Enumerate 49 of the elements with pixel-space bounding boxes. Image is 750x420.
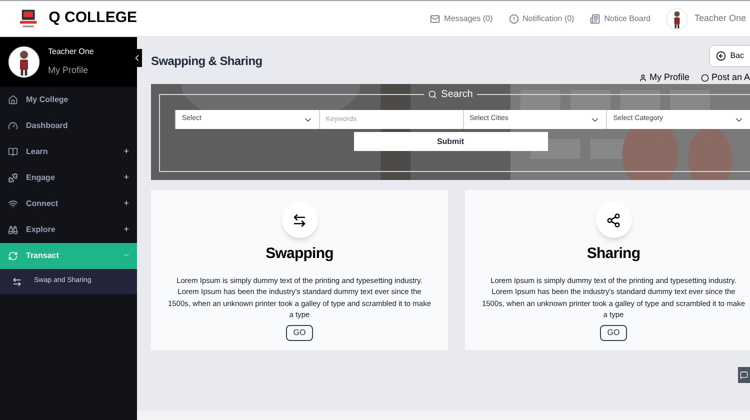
menu-item[interactable]: Explore + bbox=[0, 217, 137, 243]
mail-icon bbox=[430, 14, 440, 24]
user-icon bbox=[639, 74, 648, 82]
swap-icon bbox=[12, 276, 22, 286]
avatar-icon bbox=[666, 8, 688, 30]
logo-icon bbox=[20, 8, 37, 30]
alert-icon bbox=[508, 14, 519, 24]
back-button[interactable]: Bac bbox=[709, 45, 750, 67]
nav-link[interactable]: Notice Board bbox=[590, 12, 650, 24]
profile-link[interactable]: My Profile bbox=[48, 64, 94, 78]
wifi-icon bbox=[8, 199, 18, 209]
toggle-sign: + bbox=[124, 197, 129, 210]
board-icon bbox=[590, 14, 600, 24]
go-button[interactable]: GO bbox=[600, 324, 627, 340]
circle-icon bbox=[701, 74, 710, 82]
brand-title: Q COLLEGE bbox=[48, 8, 137, 28]
binoculars-icon bbox=[8, 225, 18, 235]
header-link[interactable]: My Profile bbox=[639, 71, 690, 84]
profile-name: Teacher One bbox=[48, 46, 94, 58]
menu-item[interactable]: My College bbox=[0, 87, 137, 113]
gauge-icon bbox=[8, 121, 18, 131]
nav-link[interactable]: Notification (0) bbox=[508, 12, 574, 24]
avatar-icon bbox=[8, 46, 40, 78]
toggle-sign: + bbox=[124, 145, 129, 158]
search-icon bbox=[428, 90, 438, 99]
home-icon bbox=[8, 95, 18, 105]
collapse-button[interactable] bbox=[132, 49, 142, 67]
card-title: Swapping bbox=[266, 244, 334, 264]
header-link[interactable]: Post an A bbox=[701, 71, 750, 84]
card-title: Sharing bbox=[586, 244, 640, 264]
chat-icon bbox=[740, 371, 748, 379]
go-button[interactable]: GO bbox=[286, 324, 313, 340]
toggle-sign: − bbox=[124, 249, 129, 262]
menu-item[interactable]: Dashboard bbox=[0, 113, 137, 139]
dumbbell-icon bbox=[8, 173, 18, 183]
refresh-icon bbox=[8, 251, 18, 261]
page-title: Swapping & Sharing bbox=[151, 53, 264, 70]
toggle-sign: + bbox=[124, 171, 129, 184]
submit-button[interactable]: Submit bbox=[354, 132, 548, 151]
swap-icon bbox=[292, 212, 307, 228]
user-menu[interactable]: Teacher One bbox=[694, 12, 746, 26]
chat-button[interactable] bbox=[738, 367, 750, 383]
share-icon bbox=[606, 212, 621, 228]
menu-item[interactable]: Learn + bbox=[0, 139, 137, 165]
menu-item[interactable]: Engage + bbox=[0, 165, 137, 191]
toggle-sign: + bbox=[124, 223, 129, 236]
book-icon bbox=[8, 147, 18, 157]
menu-item[interactable]: Connect + bbox=[0, 191, 137, 217]
nav-link[interactable]: Messages (0) bbox=[430, 12, 493, 24]
